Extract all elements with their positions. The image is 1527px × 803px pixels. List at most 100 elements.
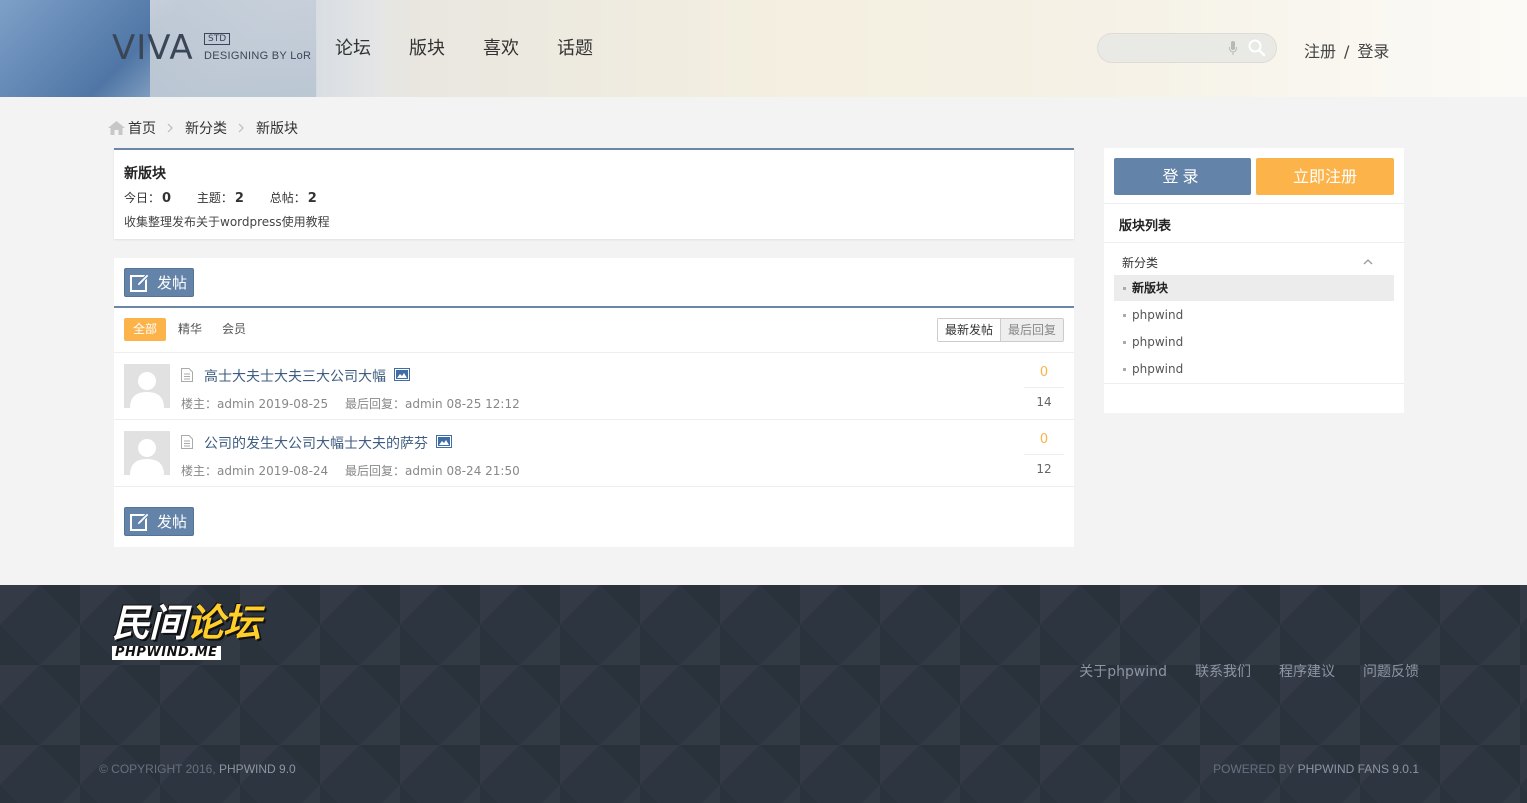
powered-by: POWERED BY PHPWIND FANS 9.0.1 bbox=[1213, 762, 1419, 776]
footer-link-suggest[interactable]: 程序建议 bbox=[1279, 661, 1335, 681]
stat-topics-label: 主题： bbox=[196, 191, 233, 205]
filter-all[interactable]: 全部 bbox=[124, 318, 167, 341]
stat-topics-value: 2 bbox=[234, 191, 244, 206]
sidebar-category[interactable]: 新分类 bbox=[1122, 254, 1158, 271]
stat-posts-label: 总帖： bbox=[269, 191, 306, 205]
thread-row: 高士大夫士大夫三大公司大幅 楼主：admin 2019-08-25 最后回复：a… bbox=[114, 353, 1074, 420]
forum-title: 新版块 bbox=[124, 166, 166, 182]
nav-item-topics[interactable]: 话题 bbox=[538, 0, 612, 97]
divider bbox=[1024, 387, 1064, 388]
thread-filters: 全部 精华 会员 bbox=[124, 318, 266, 341]
sidebar-item-label: 新版块 bbox=[1132, 281, 1169, 295]
thread-title[interactable]: 高士大夫士大夫三大公司大幅 bbox=[204, 366, 386, 386]
user-avatar-icon bbox=[130, 439, 164, 475]
microphone-icon[interactable] bbox=[1229, 41, 1237, 56]
sidebar-item-phpwind[interactable]: phpwind bbox=[1114, 356, 1394, 382]
footer-logo-main-b: 论坛 bbox=[186, 601, 261, 645]
new-post-button[interactable]: 发帖 bbox=[124, 268, 194, 297]
filter-members[interactable]: 会员 bbox=[222, 318, 246, 341]
footer-link-contact[interactable]: 联系我们 bbox=[1195, 661, 1251, 681]
sidebar-login-button[interactable]: 登录 bbox=[1114, 158, 1251, 195]
thread-reply-count: 0 bbox=[1039, 365, 1049, 380]
copyright: © COPYRIGHT 2016, PHPWIND 9.0 bbox=[99, 762, 296, 776]
search-input[interactable] bbox=[1108, 39, 1218, 59]
thread-last-reply-time: 08-25 12:12 bbox=[446, 397, 520, 411]
nav-item-likes[interactable]: 喜欢 bbox=[464, 0, 538, 97]
nav-item-boards[interactable]: 版块 bbox=[390, 0, 464, 97]
bullet bbox=[1123, 314, 1126, 317]
thread-meta: 楼主：admin 2019-08-25 最后回复：admin 08-25 12:… bbox=[181, 395, 520, 412]
chevron-right-icon bbox=[238, 123, 244, 133]
logo-subtitle: DESIGNING BY LoR bbox=[204, 50, 312, 62]
sidebar: 登录 立即注册 版块列表 新分类 新版块 phpwind phpwind php… bbox=[1104, 148, 1404, 413]
site-header: VIVA STD DESIGNING BY LoR 论坛 版块 喜欢 话题 注册… bbox=[0, 0, 1527, 97]
thread-last-reply[interactable]: 最后回复：admin bbox=[345, 464, 443, 478]
avatar[interactable] bbox=[124, 364, 170, 408]
search-box bbox=[1097, 33, 1277, 63]
bullet bbox=[1123, 341, 1126, 344]
logo-main-text: VIVA bbox=[112, 28, 194, 68]
sidebar-register-button[interactable]: 立即注册 bbox=[1256, 158, 1394, 195]
sidebar-item-new-board[interactable]: 新版块 bbox=[1114, 275, 1394, 301]
auth-links: 注册 / 登录 bbox=[1304, 38, 1389, 62]
new-post-label: 发帖 bbox=[157, 513, 188, 531]
forum-stats: 今日： 0 主题： 2 总帖： 2 bbox=[124, 189, 339, 206]
thread-last-reply[interactable]: 最后回复：admin bbox=[345, 397, 443, 411]
thread-last-reply-time: 08-24 21:50 bbox=[446, 464, 520, 478]
thread-title[interactable]: 公司的发生大公司大幅士大夫的萨芬 bbox=[204, 433, 428, 453]
breadcrumb: 首页 新分类 新版块 bbox=[108, 118, 298, 138]
document-icon bbox=[181, 435, 193, 449]
thread-row: 公司的发生大公司大幅士大夫的萨芬 楼主：admin 2019-08-24 最后回… bbox=[114, 420, 1074, 487]
sidebar-item-label: phpwind bbox=[1132, 335, 1184, 349]
thread-view-count: 14 bbox=[1036, 395, 1052, 409]
thread-date: 2019-08-24 bbox=[258, 464, 329, 478]
divider bbox=[114, 306, 1074, 308]
login-link[interactable]: 登录 bbox=[1357, 42, 1389, 61]
filter-digest[interactable]: 精华 bbox=[178, 318, 202, 341]
sort-newest[interactable]: 最新发帖 bbox=[937, 319, 1000, 341]
bullet bbox=[1123, 368, 1126, 371]
sort-last-reply[interactable]: 最后回复 bbox=[999, 319, 1063, 341]
copyright-brand[interactable]: PHPWIND 9.0 bbox=[219, 762, 296, 776]
sidebar-item-label: phpwind bbox=[1132, 362, 1184, 376]
thread-author[interactable]: 楼主：admin bbox=[181, 464, 255, 478]
footer-links: 关于phpwind 联系我们 程序建议 问题反馈 bbox=[1051, 661, 1419, 681]
document-icon bbox=[181, 368, 193, 382]
register-link[interactable]: 注册 bbox=[1304, 42, 1336, 61]
thread-view-count: 12 bbox=[1036, 462, 1052, 476]
sidebar-item-label: phpwind bbox=[1132, 308, 1184, 322]
nav-item-forum[interactable]: 论坛 bbox=[316, 0, 390, 97]
breadcrumb-board[interactable]: 新版块 bbox=[256, 118, 298, 138]
powered-brand[interactable]: PHPWIND FANS 9.0.1 bbox=[1298, 762, 1419, 776]
chevron-up-icon[interactable] bbox=[1363, 258, 1373, 265]
breadcrumb-home[interactable]: 首页 bbox=[128, 118, 156, 138]
footer-logo-sub: PHPWIND.ME bbox=[112, 646, 221, 660]
edit-icon bbox=[130, 511, 150, 531]
powered-prefix: POWERED BY bbox=[1213, 762, 1295, 776]
forum-info-panel: 新版块 今日： 0 主题： 2 总帖： 2 收集整理发布关于wordpress使用教程 bbox=[114, 148, 1074, 239]
divider bbox=[1024, 454, 1064, 455]
forum-description: 收集整理发布关于wordpress使用教程 bbox=[124, 215, 330, 229]
new-post-button-bottom[interactable]: 发帖 bbox=[124, 507, 194, 536]
thread-author[interactable]: 楼主：admin bbox=[181, 397, 255, 411]
sidebar-item-phpwind[interactable]: phpwind bbox=[1114, 329, 1394, 355]
bullet bbox=[1123, 287, 1126, 290]
stat-today-label: 今日： bbox=[124, 191, 161, 205]
home-icon[interactable] bbox=[108, 121, 125, 135]
footer-logo-main: 民间论坛 bbox=[112, 601, 261, 645]
sidebar-item-phpwind[interactable]: phpwind bbox=[1114, 302, 1394, 328]
site-footer: 民间论坛 PHPWIND.ME 关于phpwind 联系我们 程序建议 问题反馈… bbox=[0, 585, 1527, 803]
thread-meta: 楼主：admin 2019-08-24 最后回复：admin 08-24 21:… bbox=[181, 462, 520, 479]
footer-link-about[interactable]: 关于phpwind bbox=[1079, 661, 1167, 681]
avatar[interactable] bbox=[124, 431, 170, 475]
edit-icon bbox=[130, 272, 150, 292]
copyright-prefix: © COPYRIGHT 2016, bbox=[99, 762, 216, 776]
board-list-title: 版块列表 bbox=[1119, 219, 1172, 234]
footer-logo[interactable]: 民间论坛 PHPWIND.ME bbox=[112, 601, 261, 660]
stat-posts-value: 2 bbox=[307, 191, 317, 206]
logo-badge: STD bbox=[204, 33, 231, 45]
footer-link-feedback[interactable]: 问题反馈 bbox=[1363, 661, 1419, 681]
main-nav: 论坛 版块 喜欢 话题 bbox=[316, 0, 612, 97]
breadcrumb-category[interactable]: 新分类 bbox=[185, 118, 227, 138]
search-icon[interactable] bbox=[1248, 39, 1266, 57]
